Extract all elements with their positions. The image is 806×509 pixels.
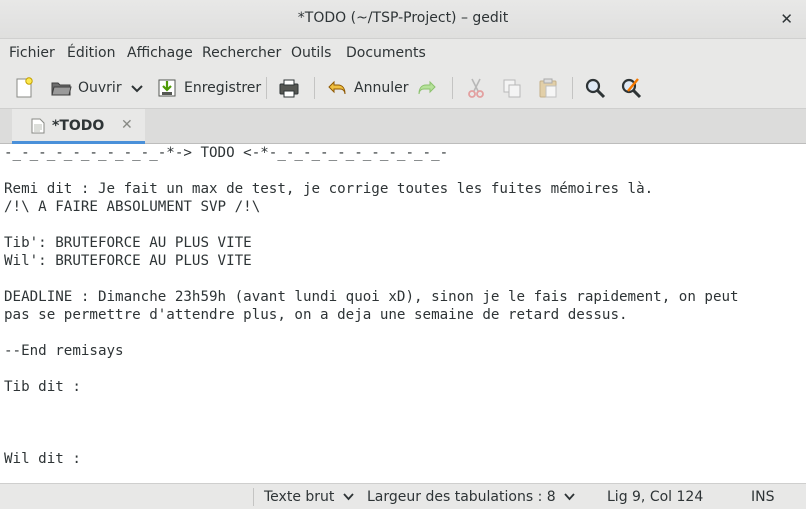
toolbar: Ouvrir Enregistrer Annuler bbox=[0, 67, 806, 109]
toolbar-separator bbox=[266, 77, 267, 99]
editor-line: pas se permettre d'attendre plus, on a d… bbox=[4, 307, 628, 323]
menu-outils[interactable]: Outils bbox=[291, 45, 331, 61]
toolbar-separator bbox=[452, 77, 453, 99]
undo-button[interactable]: Annuler bbox=[326, 73, 408, 103]
editor-line: /!\ A FAIRE ABSOLUMENT SVP /!\ bbox=[4, 199, 261, 215]
editor-line: Tib': BRUTEFORCE AU PLUS VITE bbox=[4, 235, 252, 251]
insert-mode: INS bbox=[751, 489, 775, 505]
chevron-down-icon bbox=[343, 493, 354, 501]
cursor-position: Lig 9, Col 124 bbox=[607, 489, 704, 505]
new-document-icon bbox=[16, 77, 33, 98]
save-label: Enregistrer bbox=[184, 80, 262, 96]
toolbar-separator bbox=[572, 77, 573, 99]
paste-button[interactable] bbox=[537, 73, 559, 103]
editor-line: Wil dit : bbox=[4, 451, 81, 467]
tab-width-selector[interactable]: Largeur des tabulations : 8 bbox=[367, 489, 575, 505]
menu-edition[interactable]: Édition bbox=[67, 45, 115, 61]
recent-files-dropdown[interactable] bbox=[126, 73, 148, 103]
status-bar: Texte brut Largeur des tabulations : 8 L… bbox=[0, 483, 806, 509]
search-replace-icon bbox=[621, 78, 642, 99]
menu-rechercher[interactable]: Rechercher bbox=[202, 45, 281, 61]
menu-documents[interactable]: Documents bbox=[346, 45, 426, 61]
close-window-button[interactable]: ✕ bbox=[780, 10, 793, 28]
tab-label: *TODO bbox=[52, 118, 105, 134]
status-separator bbox=[253, 488, 254, 506]
scissors-icon bbox=[468, 78, 484, 98]
search-icon bbox=[585, 78, 606, 99]
menu-bar: Fichier Édition Affichage Rechercher Out… bbox=[0, 39, 806, 67]
editor-line: Wil': BRUTEFORCE AU PLUS VITE bbox=[4, 253, 252, 269]
save-icon bbox=[158, 79, 176, 97]
language-label: Texte brut bbox=[264, 489, 335, 505]
language-selector[interactable]: Texte brut bbox=[264, 489, 354, 505]
print-icon bbox=[279, 79, 299, 98]
window-title: *TODO (~/TSP-Project) – gedit bbox=[297, 10, 509, 26]
editor-line: --End remisays bbox=[4, 343, 124, 359]
toolbar-separator bbox=[314, 77, 315, 99]
open-folder-icon bbox=[51, 82, 72, 96]
search-button[interactable] bbox=[584, 73, 606, 103]
cut-button[interactable] bbox=[465, 73, 487, 103]
text-file-icon bbox=[31, 118, 45, 134]
text-editor-area[interactable]: -_-_-_-_-_-_-_-_-_-*-> TODO <-*-_-_-_-_-… bbox=[0, 144, 806, 483]
title-bar: *TODO (~/TSP-Project) – gedit ✕ bbox=[0, 0, 806, 39]
tab-todo[interactable]: *TODO ✕ bbox=[12, 109, 145, 144]
undo-label: Annuler bbox=[354, 80, 409, 96]
replace-button[interactable] bbox=[620, 73, 642, 103]
copy-icon bbox=[503, 79, 521, 98]
close-tab-button[interactable]: ✕ bbox=[121, 117, 133, 133]
editor-line: DEADLINE : Dimanche 23h59h (avant lundi … bbox=[4, 289, 739, 305]
redo-icon bbox=[418, 80, 436, 95]
tab-width-label: Largeur des tabulations : 8 bbox=[367, 489, 556, 505]
open-label: Ouvrir bbox=[78, 80, 122, 96]
open-button[interactable]: Ouvrir bbox=[50, 73, 122, 103]
copy-button[interactable] bbox=[501, 73, 523, 103]
chevron-down-icon bbox=[131, 85, 143, 93]
paste-icon bbox=[539, 78, 557, 98]
new-document-button[interactable] bbox=[13, 73, 35, 103]
save-button[interactable]: Enregistrer bbox=[156, 73, 261, 103]
chevron-down-icon bbox=[564, 493, 575, 501]
menu-fichier[interactable]: Fichier bbox=[9, 45, 55, 61]
redo-button[interactable] bbox=[416, 73, 438, 103]
menu-affichage[interactable]: Affichage bbox=[127, 45, 193, 61]
document-tab-bar: *TODO ✕ bbox=[0, 109, 806, 144]
print-button[interactable] bbox=[278, 73, 300, 103]
editor-line: Remi dit : Je fait un max de test, je co… bbox=[4, 181, 654, 197]
editor-line: -_-_-_-_-_-_-_-_-_-*-> TODO <-*-_-_-_-_-… bbox=[4, 145, 449, 161]
undo-icon bbox=[328, 80, 346, 95]
editor-line: Tib dit : bbox=[4, 379, 81, 395]
